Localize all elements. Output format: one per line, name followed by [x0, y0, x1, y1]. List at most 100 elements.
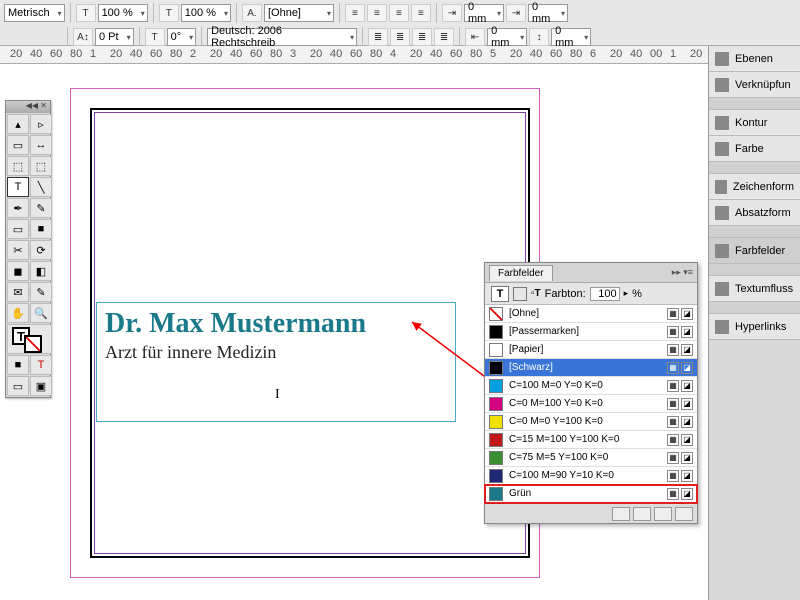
- gradient-tool[interactable]: ◼: [7, 261, 29, 281]
- swatch-row[interactable]: C=0 M=100 Y=0 K=0▦◪: [485, 395, 697, 413]
- note-tool[interactable]: ✉: [7, 282, 29, 302]
- pencil-tool[interactable]: ✎: [30, 198, 52, 218]
- swatch-row[interactable]: [Schwarz]▦◪: [485, 359, 697, 377]
- swatch-mode-icon: ◪: [681, 398, 693, 410]
- gradient-feather-tool[interactable]: ◧: [30, 261, 52, 281]
- justify3-icon[interactable]: ≣: [412, 28, 432, 46]
- scale-icon[interactable]: T: [159, 4, 179, 22]
- swatch-row[interactable]: C=100 M=0 Y=0 K=0▦◪: [485, 377, 697, 395]
- indent2-icon[interactable]: ⇥: [506, 4, 526, 22]
- tools-panel[interactable]: ◀◀ ✕ ▴ ▹ ▭ ↔ ⬚ ⬚ T ╲ ✒ ✎ ▭ ■ ✂ ⟳ ◼ ◧ ✉ ✎…: [5, 100, 51, 398]
- indent-right[interactable]: 0 mm: [487, 28, 527, 46]
- tint-input[interactable]: [590, 287, 620, 301]
- swatch-row[interactable]: C=75 M=5 Y=100 K=0▦◪: [485, 449, 697, 467]
- delete-swatch-button[interactable]: [675, 507, 693, 521]
- indent-first[interactable]: 0 mm: [528, 4, 568, 22]
- swatches-list[interactable]: [Ohne]▦◪[Passermarken]▦◪[Papier]▦◪[Schwa…: [485, 305, 697, 503]
- language-combo[interactable]: Deutsch: 2006 Rechtschreib: [207, 28, 357, 46]
- swatches-header: T ▫T Farbton: ▸ %: [485, 283, 697, 305]
- panel-icon: [715, 320, 729, 334]
- justify1-icon[interactable]: ≣: [368, 28, 388, 46]
- fill-stroke-proxy[interactable]: T: [7, 324, 52, 354]
- panel-hyperlinks[interactable]: Hyperlinks: [709, 314, 800, 340]
- new-swatch2-button[interactable]: [633, 507, 651, 521]
- apply-color[interactable]: ■: [7, 355, 29, 375]
- panel-verknüpfun[interactable]: Verknüpfun: [709, 72, 800, 98]
- preview-mode[interactable]: ▣: [30, 376, 52, 396]
- swatch-chip: [489, 415, 503, 429]
- selection-tool[interactable]: ▴: [7, 114, 29, 134]
- new-swatch-button[interactable]: [612, 507, 630, 521]
- indent-r-icon[interactable]: ⇤: [465, 28, 485, 46]
- panel-ebenen[interactable]: Ebenen: [709, 46, 800, 72]
- apply-text[interactable]: T: [30, 355, 52, 375]
- justify2-icon[interactable]: ≣: [390, 28, 410, 46]
- panel-farbfelder[interactable]: Farbfelder: [709, 238, 800, 264]
- leading-icon[interactable]: A↕: [73, 28, 93, 46]
- panel-label: Kontur: [735, 117, 767, 129]
- rotation-icon[interactable]: T: [145, 28, 165, 46]
- panel-icon: [715, 180, 727, 194]
- swatch-mode-icon: ◪: [681, 308, 693, 320]
- content-place-tool[interactable]: ⬚: [30, 156, 52, 176]
- font-size-combo[interactable]: 100 %: [98, 4, 148, 22]
- new-swatch3-button[interactable]: [654, 507, 672, 521]
- panel-kontur[interactable]: Kontur: [709, 110, 800, 136]
- rectangle-tool[interactable]: ■: [30, 219, 52, 239]
- hand-tool[interactable]: ✋: [7, 303, 29, 323]
- panel-farbe[interactable]: Farbe: [709, 136, 800, 162]
- space-before-icon[interactable]: ↕: [529, 28, 549, 46]
- align-left-icon[interactable]: ≡: [345, 4, 365, 22]
- char-style-icon[interactable]: A.: [242, 4, 262, 22]
- align-justify-icon[interactable]: ≡: [411, 4, 431, 22]
- panel-zeichenform[interactable]: Zeichenform: [709, 174, 800, 200]
- panel-label: Farbe: [735, 143, 764, 155]
- panel-textumfluss[interactable]: Textumfluss: [709, 276, 800, 302]
- panel-menu-icon[interactable]: ▸▸ ▾≡: [672, 267, 693, 278]
- indent-left[interactable]: 0 mm: [464, 4, 504, 22]
- space-before[interactable]: 0 mm: [551, 28, 591, 46]
- direct-selection-tool[interactable]: ▹: [30, 114, 52, 134]
- eyedropper-tool[interactable]: ✎: [30, 282, 52, 302]
- swatches-panel[interactable]: Farbfelder ▸▸ ▾≡ T ▫T Farbton: ▸ % [Ohne…: [484, 262, 698, 524]
- swatch-row[interactable]: [Ohne]▦◪: [485, 305, 697, 323]
- leading-combo[interactable]: 0 Pt: [95, 28, 134, 46]
- swatch-type-icon: ▦: [667, 398, 679, 410]
- text-icon[interactable]: T: [76, 4, 96, 22]
- page-tool[interactable]: ▭: [7, 135, 29, 155]
- scissors-tool[interactable]: ✂: [7, 240, 29, 260]
- stroke-proxy-icon[interactable]: [513, 287, 527, 301]
- screen-mode[interactable]: ▭: [7, 376, 29, 396]
- metrics-combo[interactable]: Metrisch: [4, 4, 65, 22]
- swatch-row[interactable]: [Papier]▦◪: [485, 341, 697, 359]
- content-tool[interactable]: ⬚: [7, 156, 29, 176]
- align-center-icon[interactable]: ≡: [367, 4, 387, 22]
- tools-header[interactable]: ◀◀ ✕: [6, 101, 50, 113]
- text-frame[interactable]: Dr. Max Mustermann Arzt für innere Mediz…: [96, 302, 456, 422]
- line-tool[interactable]: ╲: [30, 177, 52, 197]
- container-text-toggle[interactable]: ▫T: [531, 288, 541, 299]
- transform-tool[interactable]: ⟳: [30, 240, 52, 260]
- rotation-combo[interactable]: 0°: [167, 28, 197, 46]
- swatch-row[interactable]: C=15 M=100 Y=100 K=0▦◪: [485, 431, 697, 449]
- rectangle-frame-tool[interactable]: ▭: [7, 219, 29, 239]
- swatch-type-icon: ▦: [667, 344, 679, 356]
- hscale-combo[interactable]: 100 %: [181, 4, 231, 22]
- swatch-row[interactable]: [Passermarken]▦◪: [485, 323, 697, 341]
- swatches-tab[interactable]: Farbfelder: [489, 265, 553, 281]
- justify4-icon[interactable]: ≣: [434, 28, 454, 46]
- fill-proxy-icon[interactable]: T: [491, 286, 509, 302]
- swatch-row[interactable]: C=0 M=0 Y=100 K=0▦◪: [485, 413, 697, 431]
- title-text[interactable]: Dr. Max Mustermann: [105, 309, 447, 340]
- zoom-tool[interactable]: 🔍: [30, 303, 52, 323]
- indent-icon[interactable]: ⇥: [442, 4, 462, 22]
- type-tool[interactable]: T: [7, 177, 29, 197]
- align-right-icon[interactable]: ≡: [389, 4, 409, 22]
- panel-absatzform[interactable]: Absatzform: [709, 200, 800, 226]
- char-style-combo[interactable]: [Ohne]: [264, 4, 334, 22]
- swatch-row[interactable]: C=100 M=90 Y=10 K=0▦◪: [485, 467, 697, 485]
- gap-tool[interactable]: ↔: [30, 135, 52, 155]
- pen-tool[interactable]: ✒: [7, 198, 29, 218]
- swatch-row[interactable]: Grün▦◪: [485, 485, 697, 503]
- subtitle-text[interactable]: Arzt für innere Medizin: [105, 342, 447, 363]
